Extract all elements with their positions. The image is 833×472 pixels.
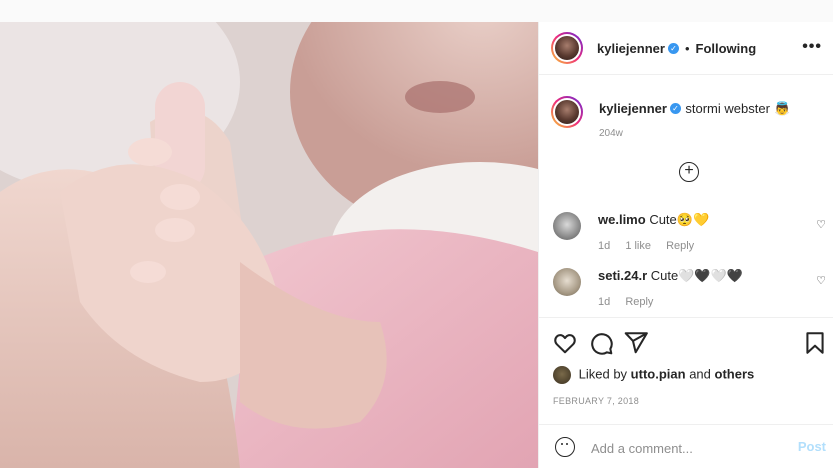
send-icon[interactable] [623,330,649,356]
liked-by-prefix: Liked by [578,366,628,382]
comment-meta: 1d Reply [598,296,665,308]
comment-text-line: seti.24.r Cute🤍🖤🤍🖤 [598,268,743,284]
comment-text-line: we.limo Cute🥺💛 [598,212,709,228]
comment-username[interactable]: seti.24.r [598,268,647,283]
author-avatar[interactable] [551,32,583,64]
comment-meta: 1d 1 like Reply [598,240,706,252]
caption-text: stormi webster [685,101,770,116]
reply-button[interactable]: Reply [625,296,653,308]
verified-badge-icon: ✓ [667,43,679,55]
verified-badge-icon: ✓ [669,103,681,115]
author-username[interactable]: kyliejenner [597,41,665,56]
liked-by-line: Liked by utto.pian and others [553,366,754,384]
separator-dot: • [684,41,690,56]
caption-username[interactable]: kyliejenner [599,101,667,116]
baby-hand-illustration [0,22,538,468]
post-side-panel: kyliejenner ✓ • Following ••• kyliejenner ✓ … [538,22,833,468]
commenter-avatar[interactable] [553,212,581,240]
liked-by-connector: and [689,366,711,382]
author-line: kyliejenner ✓ • Following [597,40,756,58]
more-horizontal-icon[interactable]: ••• [802,38,822,56]
comment-heart-icon[interactable]: ♡ [816,274,826,287]
comments-list: we.limo Cute🥺💛 1d 1 like Reply ♡ seti.24… [539,202,833,314]
emoji-icon[interactable] [555,437,575,457]
liker-username[interactable]: utto.pian [631,366,686,381]
post-header: kyliejenner ✓ • Following ••• [539,22,833,75]
comment-icon[interactable] [588,330,614,356]
list-item: we.limo Cute🥺💛 1d 1 like Reply ♡ [539,212,833,272]
plus-circle-icon[interactable]: + [679,162,699,182]
comment-input[interactable] [589,437,793,459]
post-date[interactable]: FEBRUARY 7, 2018 [553,396,639,406]
comment-body: Cute🤍🖤🤍🖤 [650,268,743,283]
comment-likes[interactable]: 1 like [625,240,651,252]
caption-line: kyliejenner ✓ stormi webster 👼 [599,100,791,118]
browser-top-strip [0,0,833,22]
commenter-avatar[interactable] [553,268,581,296]
post-photo[interactable] [0,22,538,468]
bookmark-icon[interactable] [802,330,828,356]
add-comment-bar: Post [539,424,833,469]
post-comment-button[interactable]: Post [798,439,826,454]
caption-emoji: 👼 [774,101,791,116]
liked-by-others[interactable]: others [715,366,755,381]
caption-age: 204w [599,128,623,139]
comment-heart-icon[interactable]: ♡ [816,218,826,231]
comment-age: 1d [598,240,611,252]
caption-avatar[interactable] [551,96,583,128]
comment-body: Cute🥺💛 [649,212,710,227]
list-item: seti.24.r Cute🤍🖤🤍🖤 1d Reply ♡ [539,268,833,314]
reply-button[interactable]: Reply [666,240,694,252]
post-actions: Liked by utto.pian and others FEBRUARY 7… [539,317,833,468]
comment-age: 1d [598,296,611,308]
liker-avatar[interactable] [553,366,571,384]
heart-icon[interactable] [552,330,578,356]
comment-username[interactable]: we.limo [598,212,646,227]
following-button[interactable]: Following [696,41,757,56]
